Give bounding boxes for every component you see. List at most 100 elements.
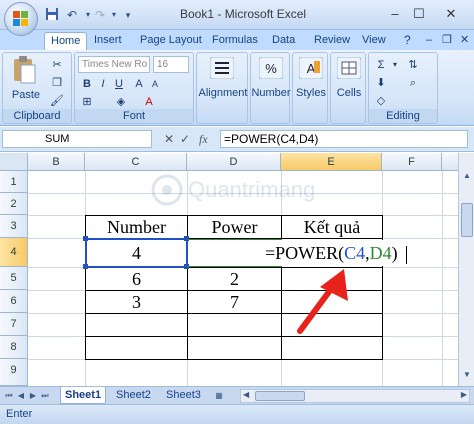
tab-data[interactable]: Data xyxy=(266,32,301,50)
enter-icon[interactable]: ✓ xyxy=(180,132,190,146)
increase-font-icon[interactable]: A xyxy=(131,76,147,92)
tab-insert[interactable]: Insert xyxy=(88,32,128,50)
insert-sheet-icon[interactable]: ▦ xyxy=(212,390,226,402)
number-group: % Number xyxy=(250,52,291,124)
column-header-f[interactable]: F xyxy=(382,153,442,171)
sheet-tab-2[interactable]: Sheet2 xyxy=(112,387,155,404)
row-header-6[interactable]: 6 xyxy=(0,290,28,313)
cell-d6[interactable]: 7 xyxy=(188,291,281,313)
bold-icon[interactable]: B xyxy=(79,76,95,92)
watermark: Quantrimang xyxy=(150,173,360,209)
tab-formulas[interactable]: Formulas xyxy=(206,32,264,50)
prev-sheet-icon[interactable]: ◀ xyxy=(16,390,26,402)
fill-color-icon[interactable]: ◈ xyxy=(113,94,129,110)
font-color-icon[interactable]: A xyxy=(141,94,157,110)
alignment-button[interactable]: Alignment xyxy=(197,87,249,99)
find-select-icon[interactable]: ⌕ xyxy=(405,75,421,91)
header-cell-power[interactable]: Power xyxy=(188,216,281,238)
row-header-8[interactable]: 8 xyxy=(0,336,28,359)
save-icon[interactable] xyxy=(44,7,60,23)
undo-icon[interactable]: ↶ xyxy=(64,7,80,23)
number-button[interactable]: Number xyxy=(251,87,291,99)
next-sheet-icon[interactable]: ▶ xyxy=(28,390,38,402)
styles-group: A Styles xyxy=(292,52,328,124)
cell-c5[interactable]: 6 xyxy=(86,268,187,290)
close-button[interactable]: ✕ xyxy=(440,4,462,24)
fill-icon[interactable]: ⬇ xyxy=(373,75,389,91)
formula-prefix: =POWER( xyxy=(265,243,345,263)
scrollbar-thumb[interactable] xyxy=(461,203,473,237)
sort-filter-icon[interactable]: ⇅ xyxy=(405,57,421,73)
sheet-tab-1[interactable]: Sheet1 xyxy=(60,387,107,404)
cell-c4[interactable]: 4 xyxy=(86,239,187,267)
formula-ref-d4: D4 xyxy=(369,243,392,263)
format-painter-icon[interactable]: 🖌 xyxy=(49,93,65,109)
tab-home[interactable]: Home xyxy=(44,32,88,50)
paste-label: Paste xyxy=(11,89,41,101)
styles-button[interactable]: Styles xyxy=(293,87,329,99)
styles-icon[interactable]: A xyxy=(298,56,324,83)
column-header-c[interactable]: C xyxy=(85,153,187,171)
status-bar: Enter xyxy=(0,404,474,424)
cancel-icon[interactable]: ✕ xyxy=(164,132,174,146)
font-group: Times New Ro 16 B I U A A ⊞ ◈ A Font xyxy=(74,52,194,124)
window-title: Book1 - Microsoft Excel xyxy=(180,7,307,21)
cells-button[interactable]: Cells xyxy=(331,87,367,99)
chevron-down-icon[interactable]: ▾ xyxy=(387,57,403,73)
row-header-1[interactable]: 1 xyxy=(0,171,28,193)
borders-icon[interactable]: ⊞ xyxy=(79,94,95,110)
last-sheet-icon[interactable]: ⏭ xyxy=(40,390,50,402)
tab-page-layout[interactable]: Page Layout xyxy=(134,32,208,50)
sheet-tab-3[interactable]: Sheet3 xyxy=(162,387,205,404)
scroll-up-icon[interactable]: ▲ xyxy=(461,171,473,185)
row-header-9[interactable]: 9 xyxy=(0,359,28,386)
header-cell-number[interactable]: Number xyxy=(86,216,187,238)
paste-icon xyxy=(14,56,36,84)
office-button[interactable] xyxy=(4,2,38,36)
customize-quick-access-icon[interactable]: ▾ xyxy=(120,7,136,23)
row-header-4[interactable]: 4 xyxy=(0,238,28,267)
close-workbook-icon[interactable]: ✕ xyxy=(454,32,474,50)
select-all-corner[interactable] xyxy=(0,153,28,171)
help-icon[interactable]: ? xyxy=(398,32,417,50)
scrollbar-thumb[interactable] xyxy=(255,391,305,401)
row-header-7[interactable]: 7 xyxy=(0,313,28,336)
font-name-select[interactable]: Times New Ro xyxy=(78,56,150,73)
column-header-d[interactable]: D xyxy=(187,153,281,171)
tab-view[interactable]: View xyxy=(356,32,392,50)
minimize-button[interactable]: – xyxy=(384,4,406,24)
row-header-2[interactable]: 2 xyxy=(0,193,28,215)
font-size-select[interactable]: 16 xyxy=(153,56,189,73)
horizontal-scrollbar[interactable]: ◀ ▶ xyxy=(240,389,470,403)
first-sheet-icon[interactable]: ⏮ xyxy=(4,390,14,402)
copy-icon[interactable]: ❐ xyxy=(49,75,65,91)
editing-group: Σ ▾ ⇅ ⬇ ⌕ ◇ Editing xyxy=(368,52,438,124)
cell-d5[interactable]: 2 xyxy=(188,268,281,290)
scroll-down-icon[interactable]: ▼ xyxy=(461,370,473,384)
column-header-b[interactable]: B xyxy=(28,153,85,171)
scroll-right-icon[interactable]: ▶ xyxy=(461,390,467,399)
tab-review[interactable]: Review xyxy=(308,32,356,50)
red-arrow-annotation xyxy=(297,269,348,334)
cells-icon[interactable] xyxy=(336,56,362,83)
formula-input[interactable]: =POWER(C4,D4) xyxy=(220,130,468,148)
scroll-left-icon[interactable]: ◀ xyxy=(243,390,249,399)
clear-icon[interactable]: ◇ xyxy=(373,93,389,109)
name-box[interactable]: SUM xyxy=(2,130,152,148)
paste-button[interactable] xyxy=(9,55,39,93)
cell-c6[interactable]: 3 xyxy=(86,291,187,313)
decrease-font-icon[interactable]: A xyxy=(147,76,163,92)
insert-function-icon[interactable]: fx xyxy=(199,132,208,147)
table-border xyxy=(382,215,383,360)
vertical-scrollbar[interactable]: ▲ ▼ xyxy=(458,153,474,386)
italic-icon[interactable]: I xyxy=(95,76,111,92)
alignment-icon[interactable] xyxy=(209,56,235,83)
cut-icon[interactable]: ✂ xyxy=(49,57,65,73)
header-cell-result[interactable]: Kết quả xyxy=(282,216,382,238)
percent-icon[interactable]: % xyxy=(258,56,284,83)
column-header-e[interactable]: E xyxy=(281,153,382,171)
underline-icon[interactable]: U xyxy=(111,76,127,92)
maximize-button[interactable]: ☐ xyxy=(408,4,430,24)
row-header-5[interactable]: 5 xyxy=(0,267,28,290)
row-header-3[interactable]: 3 xyxy=(0,215,28,238)
